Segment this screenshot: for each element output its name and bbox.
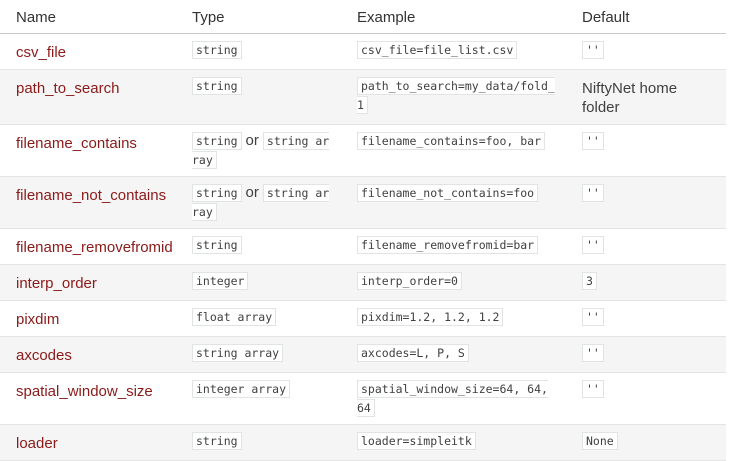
param-default: '' — [582, 132, 604, 150]
param-name: interp_order — [16, 275, 97, 292]
param-example-cell: filename_not_contains=foo — [341, 177, 566, 229]
table-row: path_to_search string path_to_search=my_da… — [0, 69, 726, 125]
param-type: integer — [192, 272, 249, 290]
param-type-cell: string — [176, 229, 341, 265]
header-name: Name — [0, 0, 176, 34]
param-type: string — [192, 236, 242, 254]
header-default: Default — [566, 0, 726, 34]
param-default-cell: 3 — [566, 265, 726, 301]
param-example: filename_removefromid=bar — [357, 236, 539, 254]
param-type-cell: integer — [176, 265, 341, 301]
param-type: string array — [192, 344, 284, 362]
param-example: spatial_window_size=64, 64, 64 — [357, 380, 548, 417]
param-default-cell: NiftyNet home folder — [566, 70, 726, 125]
table-row: csv_file string csv_file=file_list.csv '' — [0, 34, 726, 70]
param-example-cell: path_to_search=my_data/fold_1 — [341, 70, 566, 125]
param-default: '' — [582, 184, 604, 202]
param-example-cell: filename_contains=foo, bar — [341, 125, 566, 177]
param-default-cell: '' — [566, 125, 726, 177]
param-type-cell: string — [176, 425, 341, 461]
param-example-cell: csv_file=file_list.csv — [341, 34, 566, 70]
param-example-cell: loader=simpleitk — [341, 425, 566, 461]
table-row: filename_removefromid string filename_remo… — [0, 229, 726, 265]
param-default: NiftyNet home folder — [582, 80, 678, 116]
param-type: string — [192, 184, 242, 202]
param-type-cell: integer array — [176, 373, 341, 425]
type-joiner: or — [245, 132, 259, 149]
param-name: filename_not_contains — [16, 187, 167, 204]
param-example: filename_contains=foo, bar — [357, 132, 546, 150]
param-type: string — [192, 132, 242, 150]
param-example-cell: filename_removefromid=bar — [341, 229, 566, 265]
param-example: csv_file=file_list.csv — [357, 41, 518, 59]
param-default: '' — [582, 236, 604, 254]
header-type: Type — [176, 0, 341, 34]
table-body: csv_file string csv_file=file_list.csv '' pa… — [0, 34, 726, 461]
header-row: Name Type Example Default — [0, 0, 726, 34]
parameters-table: Name Type Example Default csv_file string… — [0, 0, 726, 461]
table-row: filename_contains string or string array fil… — [0, 125, 726, 177]
param-name: spatial_window_size — [16, 383, 153, 400]
table-header: Name Type Example Default — [0, 0, 726, 34]
param-default-cell: '' — [566, 177, 726, 229]
table-row: loader string loader=simpleitk None — [0, 424, 726, 461]
param-type-cell: float array — [176, 301, 341, 337]
param-default-cell: '' — [566, 373, 726, 425]
param-example: filename_not_contains=foo — [357, 184, 539, 202]
param-name: pixdim — [16, 311, 60, 328]
param-default: '' — [582, 380, 604, 398]
param-default-cell: '' — [566, 34, 726, 70]
param-name: axcodes — [16, 347, 72, 364]
table-row: axcodes string array axcodes=L, P, S '' — [0, 336, 726, 373]
param-example: axcodes=L, P, S — [357, 344, 469, 362]
param-default: '' — [582, 344, 604, 362]
param-type-cell: string array — [176, 337, 341, 373]
param-example: interp_order=0 — [357, 272, 462, 290]
param-example: pixdim=1.2, 1.2, 1.2 — [357, 308, 504, 326]
param-type: integer array — [192, 380, 291, 398]
param-example-cell: interp_order=0 — [341, 265, 566, 301]
param-default: 3 — [582, 272, 597, 290]
param-type-cell: string or string array — [176, 125, 341, 177]
param-default-cell: None — [566, 425, 726, 461]
param-type: string — [192, 77, 242, 95]
table-row: pixdim float array pixdim=1.2, 1.2, 1.2 '' — [0, 301, 726, 337]
type-joiner: or — [245, 184, 259, 201]
param-type: string — [192, 41, 242, 59]
param-name: filename_removefromid — [16, 239, 173, 256]
param-default-cell: '' — [566, 229, 726, 265]
param-name: filename_contains — [16, 135, 137, 152]
param-default-cell: '' — [566, 301, 726, 337]
param-type: float array — [192, 308, 277, 326]
param-default-cell: '' — [566, 337, 726, 373]
param-example-cell: axcodes=L, P, S — [341, 337, 566, 373]
param-type-cell: string — [176, 34, 341, 70]
param-name: csv_file — [16, 44, 67, 61]
param-default: '' — [582, 41, 604, 59]
table-row: interp_order integer interp_order=0 3 — [0, 264, 726, 301]
param-default: '' — [582, 308, 604, 326]
header-example: Example — [341, 0, 566, 34]
param-name: path_to_search — [16, 80, 120, 97]
param-example-cell: spatial_window_size=64, 64, 64 — [341, 373, 566, 425]
param-example-cell: pixdim=1.2, 1.2, 1.2 — [341, 301, 566, 337]
table-row: filename_not_contains string or string arra… — [0, 176, 726, 229]
param-type-cell: string or string array — [176, 177, 341, 229]
param-name: loader — [16, 435, 58, 452]
param-type-cell: string — [176, 70, 341, 125]
param-example: path_to_search=my_data/fold_1 — [357, 77, 555, 114]
table-row: spatial_window_size integer array spatial_… — [0, 373, 726, 425]
